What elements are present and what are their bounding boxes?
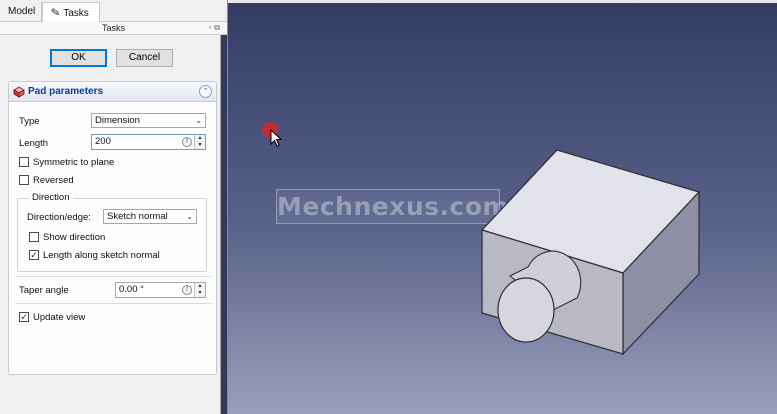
direction-edge-value: Sketch normal bbox=[107, 211, 168, 222]
cancel-button[interactable]: Cancel bbox=[116, 49, 173, 67]
tasks-panel-header: Tasks ▫⧉ bbox=[0, 22, 227, 35]
symmetric-checkbox[interactable] bbox=[19, 157, 29, 167]
show-direction-checkbox[interactable] bbox=[29, 232, 39, 242]
tab-model[interactable]: Model bbox=[0, 2, 42, 22]
expression-icon[interactable]: f bbox=[182, 137, 192, 147]
length-label: Length bbox=[19, 138, 49, 149]
tasks-panel-title: Tasks bbox=[101, 23, 125, 33]
direction-edge-label: Direction/edge: bbox=[27, 212, 91, 223]
pad-solid-model[interactable] bbox=[478, 148, 777, 368]
watermark: Mechnexus.com bbox=[276, 189, 509, 224]
pad-parameters-title: Pad parameters bbox=[28, 86, 104, 97]
mouse-pointer-icon bbox=[270, 129, 282, 147]
expression-icon[interactable]: f bbox=[182, 285, 192, 295]
panel-float-close-icons[interactable]: ▫⧉ bbox=[208, 22, 223, 34]
reversed-checkbox[interactable] bbox=[19, 175, 29, 185]
combo-view-tabbar: Model ✎ Tasks bbox=[0, 0, 227, 22]
tab-tasks-label: Tasks bbox=[63, 8, 89, 19]
reversed-label: Reversed bbox=[33, 175, 74, 186]
divider bbox=[15, 303, 211, 304]
chevron-down-icon: ⌄ bbox=[186, 212, 193, 221]
length-along-checkbox[interactable]: ✓ bbox=[29, 250, 39, 260]
spin-arrows-icon[interactable]: ▲ ▼ bbox=[194, 283, 205, 297]
collapse-chevron-icon[interactable]: ⌃ bbox=[199, 85, 212, 98]
ok-button[interactable]: OK bbox=[50, 49, 107, 67]
spin-arrows-icon[interactable]: ▲ ▼ bbox=[194, 135, 205, 149]
tab-tasks[interactable]: ✎ Tasks bbox=[42, 2, 100, 22]
update-view-label: Update view bbox=[33, 312, 86, 323]
show-direction-label: Show direction bbox=[43, 232, 106, 243]
task-panel-body: OK Cancel Pad parameters ⌃ Type Dimensio… bbox=[0, 35, 221, 414]
pad-icon bbox=[13, 86, 25, 98]
chevron-down-icon: ⌄ bbox=[195, 116, 202, 125]
symmetric-label: Symmetric to plane bbox=[33, 157, 115, 168]
pad-parameters-box: Pad parameters ⌃ Type Dimension ⌄ Length… bbox=[8, 81, 217, 375]
divider bbox=[15, 276, 211, 277]
length-value: 200 bbox=[95, 136, 111, 147]
length-spinbox[interactable]: 200 f ▲ ▼ bbox=[91, 134, 206, 150]
update-view-checkbox[interactable]: ✓ bbox=[19, 312, 29, 322]
taper-angle-value: 0.00 ° bbox=[119, 284, 144, 295]
pencil-icon: ✎ bbox=[50, 6, 62, 20]
taper-angle-label: Taper angle bbox=[19, 285, 69, 296]
viewport-top-border bbox=[228, 0, 777, 3]
3d-viewport[interactable]: Mechnexus.com bbox=[227, 0, 777, 414]
type-select-value: Dimension bbox=[95, 115, 140, 126]
type-select[interactable]: Dimension ⌄ bbox=[91, 113, 206, 128]
combo-view-panel: Model ✎ Tasks Tasks ▫⧉ OK Cancel Pad para… bbox=[0, 0, 227, 414]
direction-edge-select[interactable]: Sketch normal ⌄ bbox=[103, 209, 197, 224]
taper-angle-spinbox[interactable]: 0.00 ° f ▲ ▼ bbox=[115, 282, 206, 298]
length-along-label: Length along sketch normal bbox=[43, 250, 160, 261]
direction-group-title: Direction bbox=[29, 192, 73, 203]
type-label: Type bbox=[19, 116, 40, 127]
pad-parameters-header[interactable]: Pad parameters ⌃ bbox=[9, 82, 216, 102]
